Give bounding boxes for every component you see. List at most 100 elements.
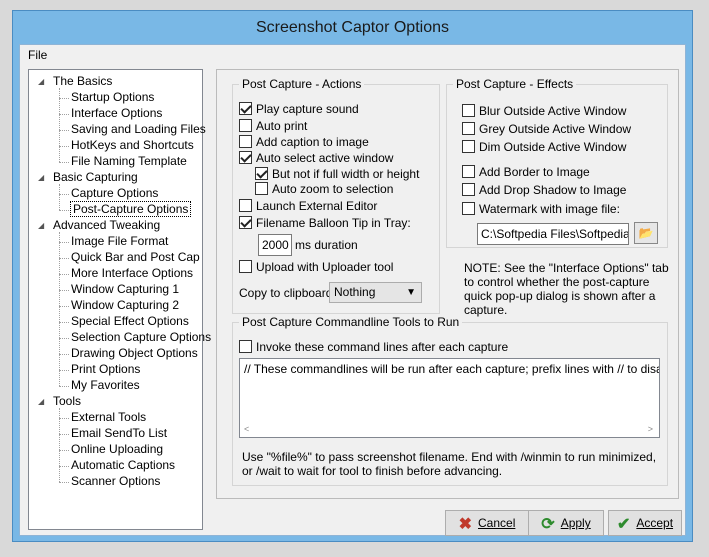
checkbox-box[interactable] bbox=[462, 140, 475, 153]
tree-connector bbox=[59, 162, 69, 163]
tree-connector bbox=[59, 434, 69, 435]
tree-connector bbox=[59, 322, 69, 323]
tree-item[interactable]: Post-Capture Options bbox=[69, 201, 192, 217]
checkbox-box[interactable] bbox=[239, 102, 252, 115]
tree-connector bbox=[59, 482, 69, 483]
tree-category[interactable]: Tools bbox=[53, 394, 81, 408]
tree-item[interactable]: My Favorites bbox=[71, 378, 140, 392]
checkbox-box[interactable] bbox=[462, 122, 475, 135]
tree-item[interactable]: Print Options bbox=[71, 362, 140, 376]
options-tree[interactable]: ◢ The Basics Startup Options Interface Opti… bbox=[28, 69, 211, 530]
watermark-checkbox[interactable]: Watermark with image file: bbox=[462, 202, 620, 218]
tree-item[interactable]: Window Capturing 1 bbox=[71, 282, 179, 296]
checkbox-box[interactable] bbox=[239, 199, 252, 212]
upload-checkbox[interactable]: Upload with Uploader tool bbox=[239, 260, 393, 276]
clipboard-select[interactable]: Nothing ▼ bbox=[329, 282, 422, 303]
close-icon: ✖ bbox=[458, 516, 473, 533]
commandline-textarea[interactable]: // These commandlines will be run after … bbox=[239, 358, 660, 438]
expand-arrow-icon[interactable]: ◢ bbox=[38, 77, 44, 86]
tree-item[interactable]: Quick Bar and Post Cap bbox=[71, 250, 200, 264]
launch-editor-checkbox[interactable]: Launch External Editor bbox=[239, 199, 377, 215]
tree-connector bbox=[59, 450, 69, 451]
checkmark-icon: ✔ bbox=[616, 516, 631, 533]
tree-connector bbox=[59, 146, 69, 147]
add-caption-checkbox[interactable]: Add caption to image bbox=[239, 135, 369, 151]
tree-connector bbox=[59, 408, 60, 482]
tree-item[interactable]: More Interface Options bbox=[71, 266, 193, 280]
tree-item[interactable]: Window Capturing 2 bbox=[71, 298, 179, 312]
auto-zoom-checkbox[interactable]: Auto zoom to selection bbox=[255, 182, 393, 198]
tree-item[interactable]: Image File Format bbox=[71, 234, 168, 248]
grey-checkbox[interactable]: Grey Outside Active Window bbox=[462, 122, 631, 138]
checkbox-box[interactable] bbox=[239, 119, 252, 132]
checkbox-box[interactable] bbox=[462, 104, 475, 117]
tree-connector bbox=[59, 466, 69, 467]
checkbox-box[interactable] bbox=[255, 167, 268, 180]
tree-category[interactable]: The Basics bbox=[53, 74, 112, 88]
auto-print-checkbox[interactable]: Auto print bbox=[239, 119, 307, 135]
checkbox-box[interactable] bbox=[239, 340, 252, 353]
tree-item[interactable]: Selection Capture Options bbox=[71, 330, 211, 344]
tree-item[interactable]: Capture Options bbox=[71, 186, 158, 200]
invoke-commandline-checkbox[interactable]: Invoke these command lines after each ca… bbox=[239, 340, 508, 356]
menu-bar: File bbox=[20, 45, 685, 65]
expand-arrow-icon[interactable]: ◢ bbox=[38, 173, 44, 182]
tree-connector bbox=[59, 274, 69, 275]
menu-file[interactable]: File bbox=[28, 48, 47, 62]
commandline-text: // These commandlines will be run after … bbox=[244, 362, 660, 376]
tree-connector bbox=[59, 354, 69, 355]
tree-item[interactable]: HotKeys and Shortcuts bbox=[71, 138, 194, 152]
tree-category[interactable]: Advanced Tweaking bbox=[53, 218, 160, 232]
blur-checkbox[interactable]: Blur Outside Active Window bbox=[462, 104, 626, 120]
balloon-tip-checkbox[interactable]: Filename Balloon Tip in Tray: bbox=[239, 216, 411, 232]
accept-button[interactable]: ✔ Accept bbox=[608, 510, 682, 536]
expand-arrow-icon[interactable]: ◢ bbox=[38, 397, 44, 406]
tree-item[interactable]: Special Effect Options bbox=[71, 314, 189, 328]
expand-arrow-icon[interactable]: ◢ bbox=[38, 221, 44, 230]
checkbox-box[interactable] bbox=[239, 151, 252, 164]
tree-item[interactable]: Email SendTo List bbox=[71, 426, 167, 440]
duration-input[interactable]: 2000 bbox=[258, 234, 292, 256]
checkbox-box[interactable] bbox=[462, 165, 475, 178]
cancel-button[interactable]: ✖ Cancel bbox=[445, 510, 529, 536]
commandline-group-title: Post Capture Commandline Tools to Run bbox=[239, 315, 463, 329]
checkbox-box[interactable] bbox=[462, 183, 475, 196]
shadow-checkbox[interactable]: Add Drop Shadow to Image bbox=[462, 183, 626, 199]
not-full-checkbox[interactable]: But not if full width or height bbox=[255, 167, 419, 183]
checkbox-box[interactable] bbox=[255, 182, 268, 195]
apply-button[interactable]: ⟳ Apply bbox=[528, 510, 604, 536]
browse-folder-button[interactable]: 📂 bbox=[634, 222, 658, 244]
tree-connector bbox=[59, 98, 69, 99]
tree-connector bbox=[59, 386, 69, 387]
tree-connector bbox=[59, 232, 60, 386]
tree-connector bbox=[59, 306, 69, 307]
tree-item[interactable]: Online Uploading bbox=[71, 442, 163, 456]
border-checkbox[interactable]: Add Border to Image bbox=[462, 165, 590, 181]
tree-item[interactable]: File Naming Template bbox=[71, 154, 187, 168]
chevron-down-icon: ▼ bbox=[406, 287, 416, 298]
tree-item[interactable]: Drawing Object Options bbox=[71, 346, 198, 360]
tree-item[interactable]: Automatic Captions bbox=[71, 458, 175, 472]
tree-item[interactable]: Saving and Loading Files bbox=[71, 122, 206, 136]
refresh-icon: ⟳ bbox=[541, 516, 555, 533]
play-sound-checkbox[interactable]: Play capture sound bbox=[239, 102, 359, 118]
checkbox-box[interactable] bbox=[462, 202, 475, 215]
tree-connector bbox=[59, 210, 69, 211]
watermark-path-input[interactable]: C:\Softpedia Files\Softpedia.b bbox=[477, 223, 629, 245]
tree-category[interactable]: Basic Capturing bbox=[53, 170, 138, 184]
window-title: Screenshot Captor Options bbox=[256, 19, 449, 36]
auto-select-checkbox[interactable]: Auto select active window bbox=[239, 151, 393, 167]
checkbox-box[interactable] bbox=[239, 216, 252, 229]
tree-connector bbox=[59, 130, 69, 131]
commandline-help: Use "%file%" to pass screenshot filename… bbox=[242, 450, 657, 478]
checkbox-box[interactable] bbox=[239, 260, 252, 273]
horizontal-scrollbar[interactable]: < > bbox=[240, 423, 659, 437]
tree-item[interactable]: Scanner Options bbox=[71, 474, 160, 488]
actions-group-title: Post Capture - Actions bbox=[239, 77, 365, 91]
dim-checkbox[interactable]: Dim Outside Active Window bbox=[462, 140, 626, 156]
tree-item[interactable]: External Tools bbox=[71, 410, 146, 424]
tree-item[interactable]: Interface Options bbox=[71, 106, 162, 120]
tree-item[interactable]: Startup Options bbox=[71, 90, 154, 104]
interface-note: NOTE: See the "Interface Options" tab to… bbox=[464, 261, 669, 317]
checkbox-box[interactable] bbox=[239, 135, 252, 148]
